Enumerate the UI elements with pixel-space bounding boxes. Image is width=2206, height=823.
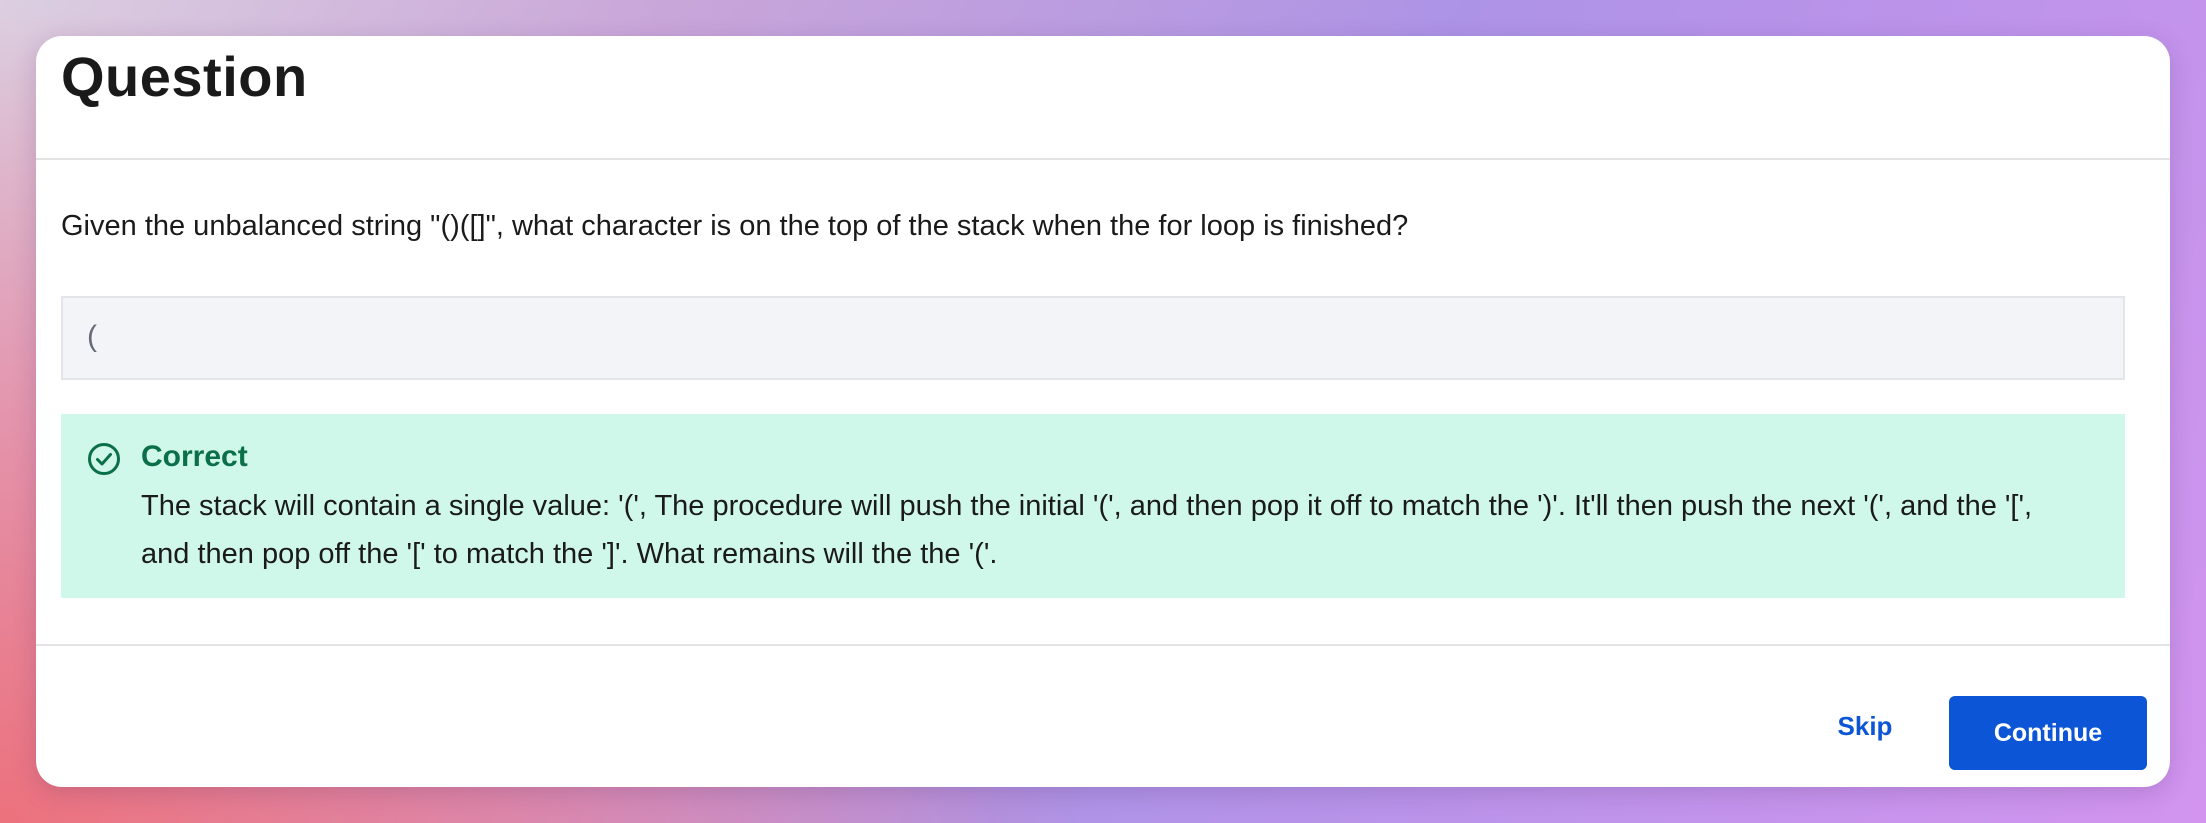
skip-button[interactable]: Skip	[1810, 696, 1920, 756]
feedback-message: The stack will contain a single value: '…	[141, 490, 2033, 570]
page-title: Question	[61, 45, 308, 108]
check-circle-icon	[88, 443, 120, 475]
card-header: Question	[36, 36, 2170, 160]
continue-button[interactable]: Continue	[1949, 696, 2147, 770]
answer-input[interactable]: (	[61, 296, 2125, 380]
card-footer: Skip Continue	[36, 644, 2170, 787]
answer-value: (	[87, 320, 97, 353]
question-text: Given the unbalanced string "()([]", wha…	[61, 210, 1409, 242]
card-body: Given the unbalanced string "()([]", wha…	[36, 160, 2170, 680]
feedback-panel: Correct The stack will contain a single …	[61, 414, 2125, 598]
question-card: Question Given the unbalanced string "()…	[36, 36, 2170, 787]
feedback-status: Correct	[141, 440, 248, 473]
